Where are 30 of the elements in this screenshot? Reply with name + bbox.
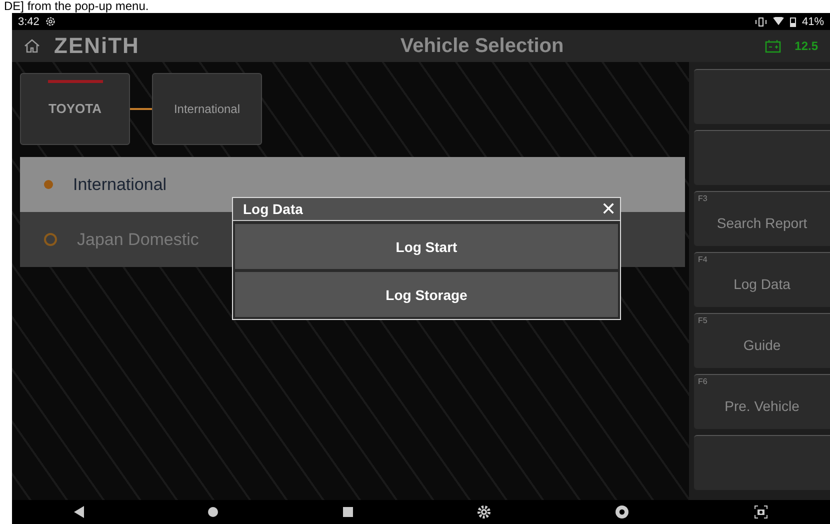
bullet-icon (44, 180, 53, 189)
dialog-option-button[interactable]: Log Storage (235, 272, 618, 317)
region-label: International (73, 174, 167, 194)
dialog-option-button[interactable]: Log Start (235, 224, 618, 269)
function-key-button[interactable]: F4 Log Data (694, 252, 830, 307)
browser-icon[interactable] (615, 505, 630, 519)
zenith-logo: ZENiTH (54, 33, 140, 59)
function-key-button[interactable]: F5 Guide (694, 313, 830, 368)
gear-icon[interactable] (477, 505, 492, 519)
breadcrumb-tile[interactable]: International (152, 72, 262, 144)
function-key-button[interactable]: F3 Search Report (694, 191, 830, 246)
voltage-reading: 12.5 (794, 39, 818, 53)
back-icon[interactable] (74, 506, 84, 518)
clock: 3:42 (18, 16, 40, 28)
screen-title: Vehicle Selection (399, 34, 565, 58)
battery-icon (790, 16, 796, 26)
home-circle-icon[interactable] (208, 507, 218, 517)
battery-voltage-icon (764, 39, 781, 53)
battery-percent: 41% (802, 16, 824, 28)
vibrate-icon (754, 16, 767, 26)
breadcrumb-tile[interactable]: TOYOTA (20, 72, 130, 144)
home-icon[interactable] (24, 39, 40, 53)
settings-icon (45, 16, 56, 27)
recents-icon[interactable] (342, 507, 353, 517)
bullet-icon (44, 233, 57, 246)
wifi-icon (772, 17, 784, 26)
screenshot-icon[interactable] (754, 505, 768, 519)
caption-text: DE] from the pop-up menu. (3, 0, 150, 13)
region-label: Japan Domestic (77, 230, 199, 250)
function-key-button[interactable]: F6 Pre. Vehicle (694, 374, 830, 429)
